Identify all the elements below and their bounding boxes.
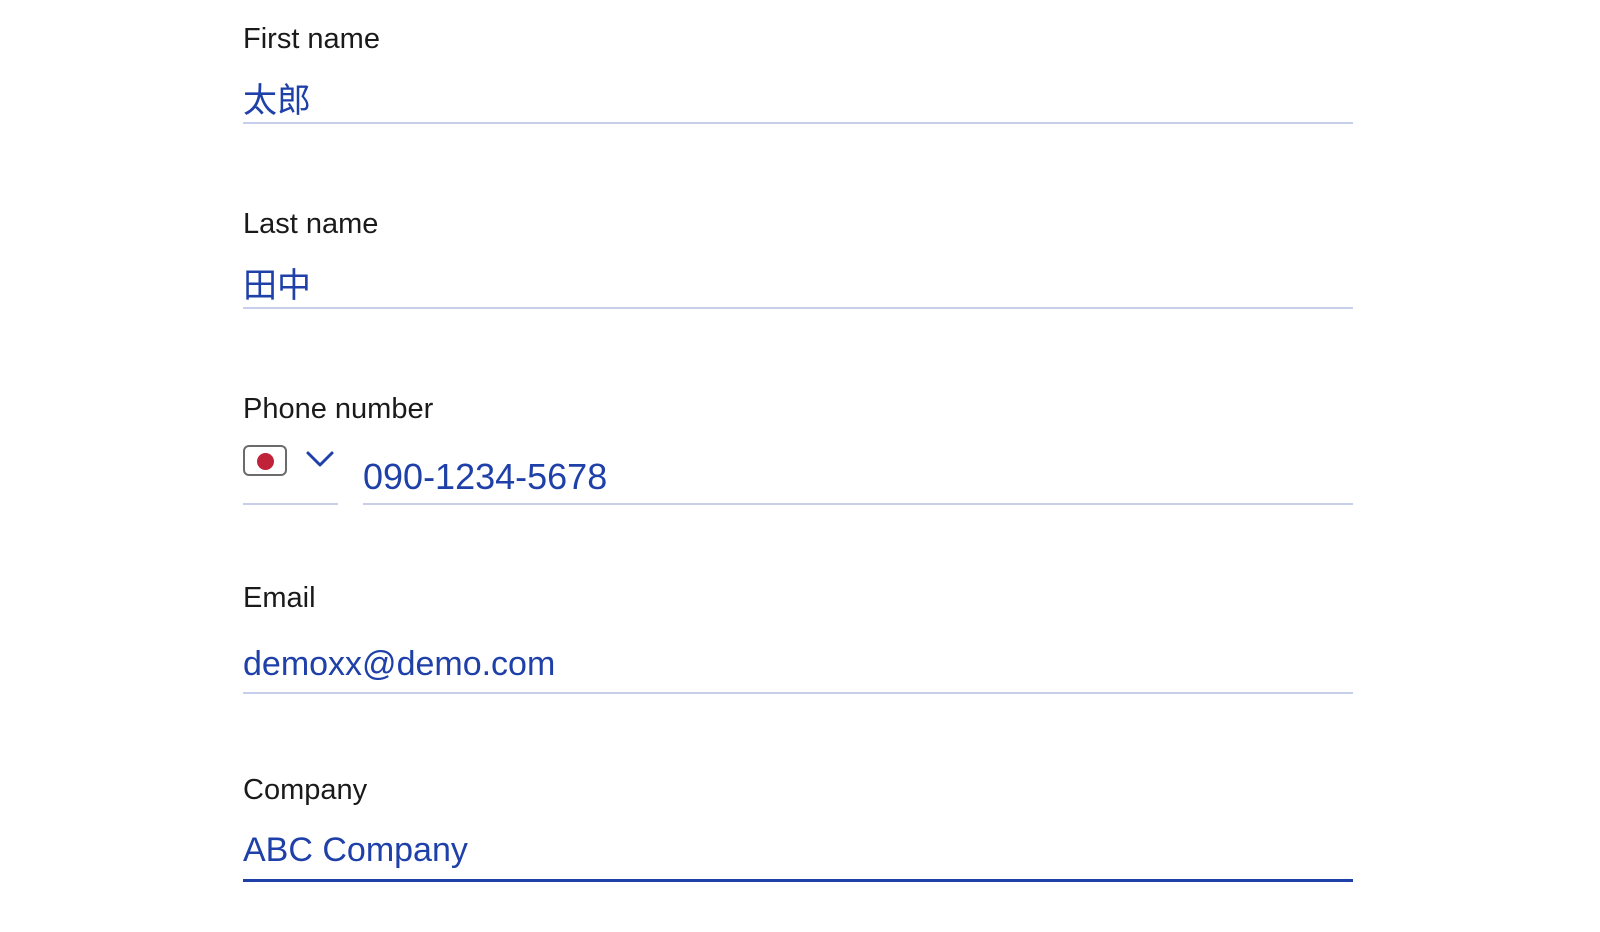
company-label: Company — [243, 774, 368, 806]
phone-number-input[interactable] — [363, 450, 1353, 505]
country-code-select[interactable] — [243, 445, 338, 505]
email-label: Email — [243, 582, 316, 614]
first-name-label: First name — [243, 23, 380, 55]
last-name-input[interactable] — [243, 257, 1353, 309]
chevron-down-icon — [306, 451, 334, 467]
japan-flag-icon — [243, 445, 287, 476]
last-name-label: Last name — [243, 208, 379, 240]
email-input[interactable] — [243, 636, 1353, 694]
first-name-input[interactable] — [243, 72, 1353, 124]
phone-number-label: Phone number — [243, 393, 434, 425]
company-input[interactable] — [243, 822, 1353, 882]
